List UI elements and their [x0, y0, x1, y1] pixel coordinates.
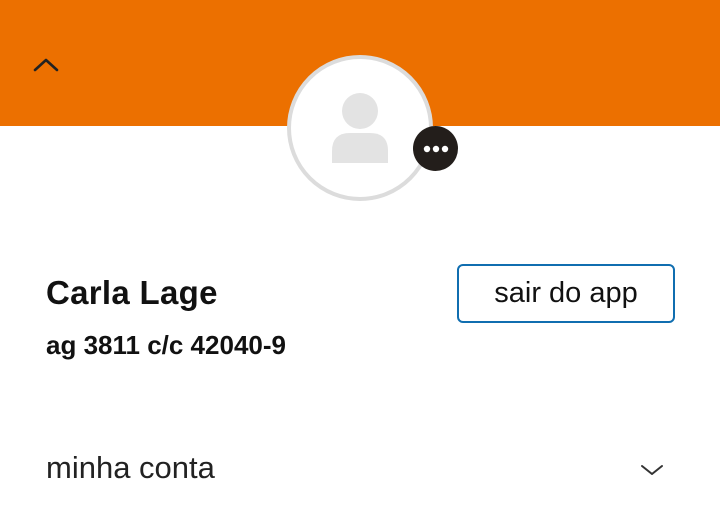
person-placeholder-icon [332, 93, 388, 163]
chevron-down-icon [641, 465, 663, 475]
avatar[interactable] [287, 55, 433, 201]
logout-button[interactable]: sair do app [457, 264, 675, 323]
collapse-button[interactable] [28, 46, 64, 82]
menu-item-my-account[interactable]: minha conta [0, 440, 720, 500]
account-info: ag 3811 c/c 42040-9 [46, 330, 286, 360]
more-horizontal-icon [423, 145, 448, 152]
menu-item-label: minha conta [46, 450, 215, 485]
more-options-button[interactable] [413, 126, 458, 171]
avatar-container [287, 55, 433, 201]
chevron-up-icon [33, 58, 59, 72]
user-name: Carla Lage [46, 274, 218, 311]
